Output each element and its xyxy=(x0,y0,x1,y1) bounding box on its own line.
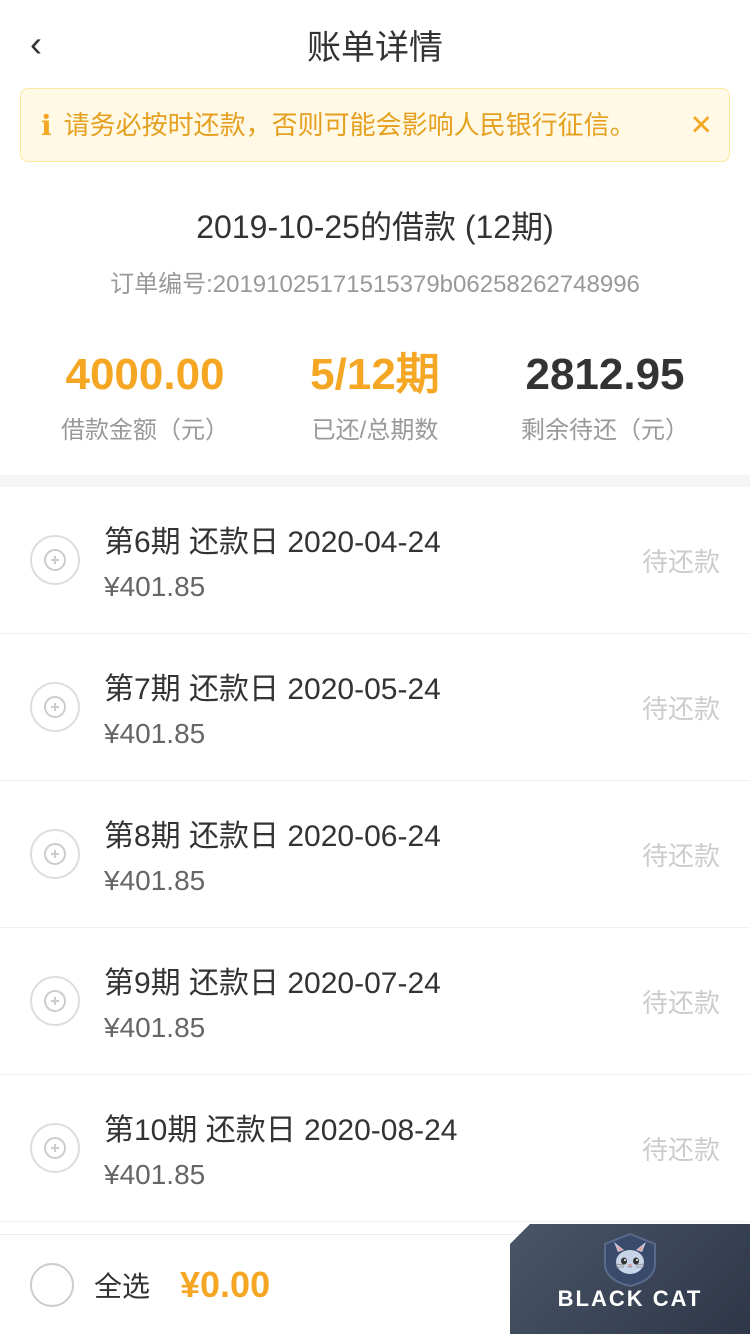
installment-amount-1: ¥401.85 xyxy=(104,718,642,750)
installment-amount-3: ¥401.85 xyxy=(104,1012,642,1044)
installment-amount-4: ¥401.85 xyxy=(104,1159,642,1191)
loan-title: 2019-10-25的借款 (12期) xyxy=(30,202,720,248)
stat-loan-amount: 4000.00 借款金额（元） xyxy=(30,349,260,445)
warning-close-button[interactable]: ✕ xyxy=(690,109,713,142)
select-all-checkbox[interactable] xyxy=(30,1263,74,1307)
installment-icon-2 xyxy=(30,829,80,879)
installment-period-date-3: 第9期 还款日 2020-07-24 xyxy=(104,958,642,1002)
installment-item[interactable]: 第9期 还款日 2020-07-24 ¥401.85 待还款 xyxy=(0,928,750,1075)
back-button[interactable]: ‹ xyxy=(30,23,42,65)
installment-status-0: 待还款 xyxy=(642,542,720,579)
select-all-label[interactable]: 全选 xyxy=(94,1265,150,1305)
installment-icon-1 xyxy=(30,682,80,732)
period-value: 5/12期 xyxy=(310,349,440,402)
installment-info-0: 第6期 还款日 2020-04-24 ¥401.85 xyxy=(104,517,642,603)
installment-status-1: 待还款 xyxy=(642,689,720,726)
installment-info-4: 第10期 还款日 2020-08-24 ¥401.85 xyxy=(104,1105,642,1191)
installment-list: 第6期 还款日 2020-04-24 ¥401.85 待还款 第7期 还款日 2… xyxy=(0,487,750,1342)
stat-remaining: 2812.95 剩余待还（元） xyxy=(490,349,720,445)
period-label: 已还/总期数 xyxy=(312,410,439,445)
remaining-label: 剩余待还（元） xyxy=(521,410,689,445)
info-icon: ℹ xyxy=(41,109,52,142)
stats-row: 4000.00 借款金额（元） 5/12期 已还/总期数 2812.95 剩余待… xyxy=(0,329,750,475)
installment-icon-4 xyxy=(30,1123,80,1173)
installment-info-2: 第8期 还款日 2020-06-24 ¥401.85 xyxy=(104,811,642,897)
loan-amount-value: 4000.00 xyxy=(65,349,224,402)
loan-amount-label: 借款金额（元） xyxy=(61,410,229,445)
installment-item[interactable]: 第6期 还款日 2020-04-24 ¥401.85 待还款 xyxy=(0,487,750,634)
bottom-bar: 全选 ¥0.00 xyxy=(0,1234,750,1334)
header: ‹ 账单详情 xyxy=(0,0,750,88)
installment-period-date-0: 第6期 还款日 2020-04-24 xyxy=(104,517,642,561)
installment-period-date-1: 第7期 还款日 2020-05-24 xyxy=(104,664,642,708)
installment-icon-3 xyxy=(30,976,80,1026)
installment-item[interactable]: 第8期 还款日 2020-06-24 ¥401.85 待还款 xyxy=(0,781,750,928)
installment-icon-0 xyxy=(30,535,80,585)
page-title: 账单详情 xyxy=(307,20,443,69)
installment-status-2: 待还款 xyxy=(642,836,720,873)
installment-status-4: 待还款 xyxy=(642,1130,720,1167)
installment-item[interactable]: 第10期 还款日 2020-08-24 ¥401.85 待还款 xyxy=(0,1075,750,1222)
section-divider xyxy=(0,475,750,487)
installment-status-3: 待还款 xyxy=(642,983,720,1020)
warning-text: 请务必按时还款，否则可能会影响人民银行征信。 xyxy=(64,107,636,143)
loan-info-section: 2019-10-25的借款 (12期) 订单编号:201910251715153… xyxy=(0,162,750,329)
installment-info-3: 第9期 还款日 2020-07-24 ¥401.85 xyxy=(104,958,642,1044)
installment-period-date-4: 第10期 还款日 2020-08-24 xyxy=(104,1105,642,1149)
stat-period: 5/12期 已还/总期数 xyxy=(260,349,490,445)
remaining-value: 2812.95 xyxy=(525,349,684,402)
installment-period-date-2: 第8期 还款日 2020-06-24 xyxy=(104,811,642,855)
installment-info-1: 第7期 还款日 2020-05-24 ¥401.85 xyxy=(104,664,642,750)
warning-banner: ℹ 请务必按时还款，否则可能会影响人民银行征信。 ✕ xyxy=(20,88,730,162)
loan-order-number: 订单编号:20191025171515379b06258262748996 xyxy=(30,264,720,299)
installment-amount-2: ¥401.85 xyxy=(104,865,642,897)
installment-amount-0: ¥401.85 xyxy=(104,571,642,603)
installment-item[interactable]: 第7期 还款日 2020-05-24 ¥401.85 待还款 xyxy=(0,634,750,781)
total-amount: ¥0.00 xyxy=(180,1264,270,1306)
